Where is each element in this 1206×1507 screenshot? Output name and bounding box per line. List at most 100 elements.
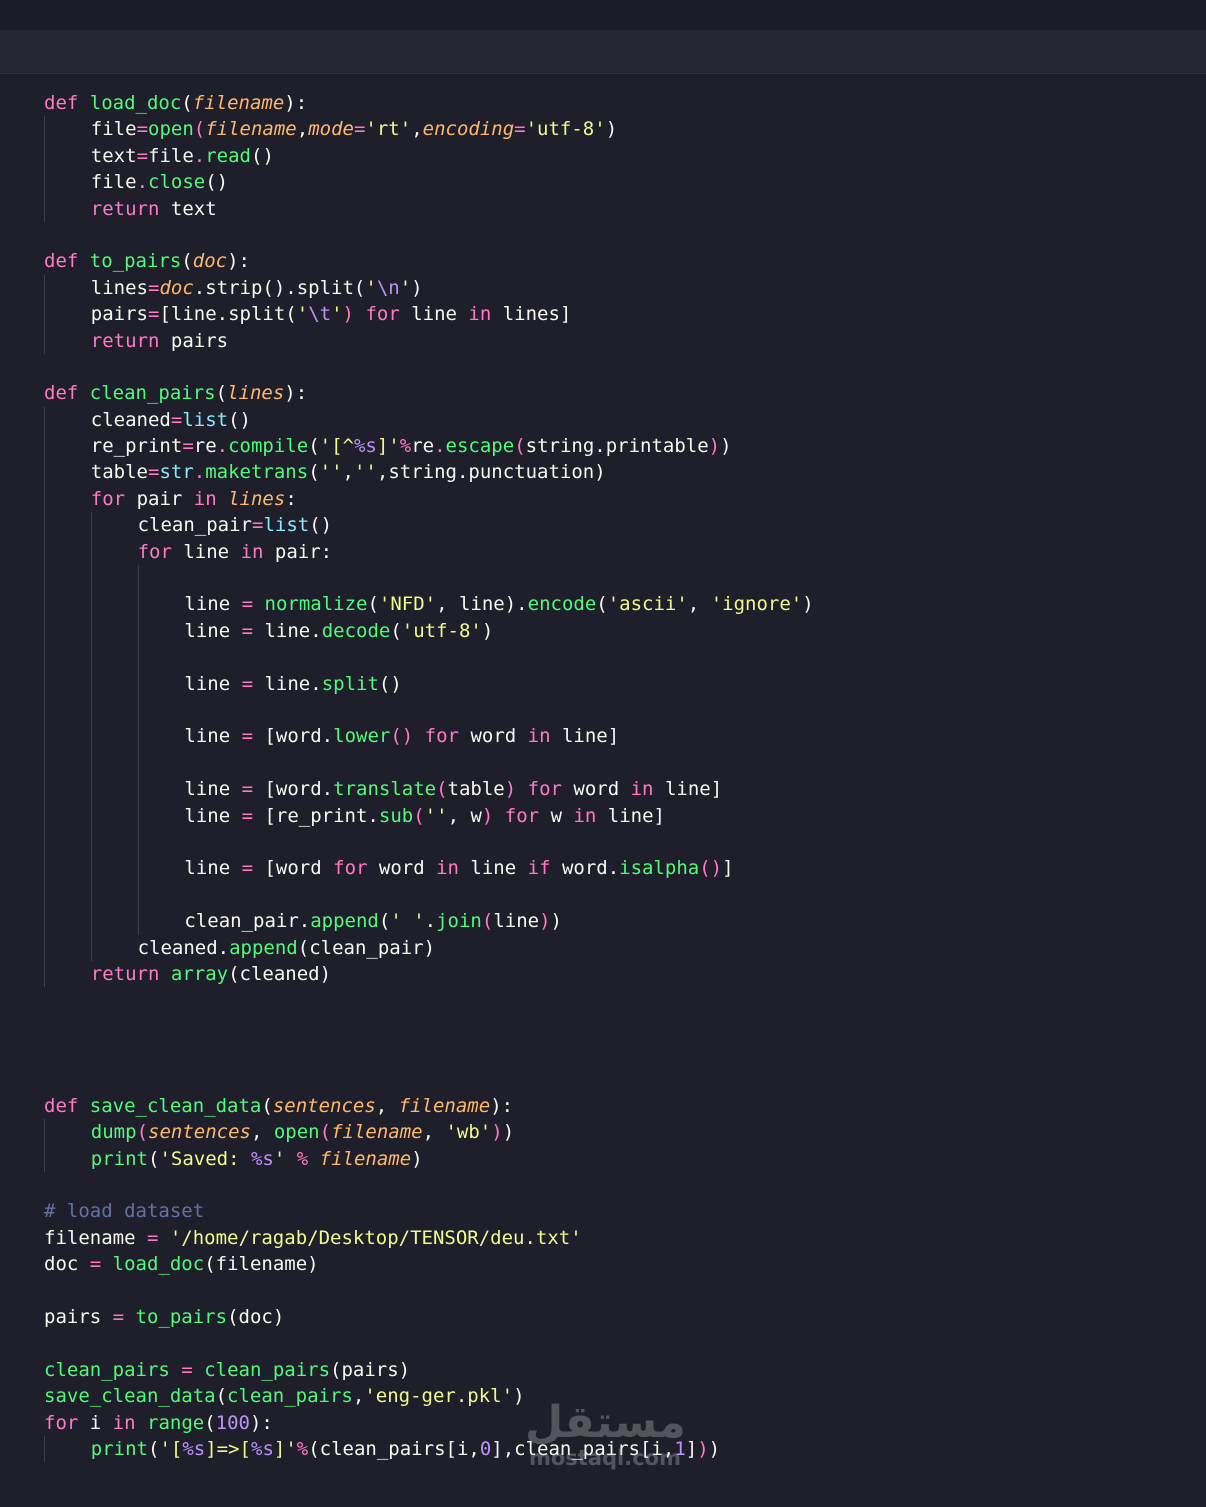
indent-guide	[44, 960, 45, 988]
code-line-content: line = line.decode('utf-8')	[184, 618, 493, 644]
code-token: (clean_pairs[i,	[308, 1437, 480, 1460]
code-line-content: file.close()	[91, 169, 228, 195]
code-token: dump	[90, 1121, 137, 1144]
code-token: 0	[479, 1437, 492, 1460]
code-token: , line).	[436, 593, 528, 616]
code-token: =	[241, 857, 254, 880]
code-token: 'ascii'	[607, 593, 688, 616]
code-token: '	[331, 303, 343, 326]
code-token: join	[436, 910, 482, 933]
code-token: )	[720, 435, 732, 458]
code-token: for	[333, 857, 368, 880]
code-token: (cleaned)	[228, 962, 332, 985]
indent-guide	[137, 670, 139, 697]
code-token: (	[204, 1411, 216, 1434]
indent-guide	[44, 617, 45, 645]
code-token: (	[261, 1094, 273, 1117]
indent-guide	[90, 696, 92, 724]
indent-guide	[90, 802, 92, 829]
indent-guide	[137, 802, 139, 829]
code-token: 'eng-ger.pkl'	[364, 1385, 514, 1408]
code-token: (clean_pair)	[297, 936, 436, 959]
code-token: normalize	[264, 593, 368, 616]
indent-guide	[44, 908, 45, 935]
code-line-content: cleaned=list()	[91, 407, 251, 433]
indent-guide	[44, 274, 45, 302]
code-token: ,	[250, 1121, 274, 1144]
code-token: )	[411, 276, 423, 299]
code-token: ):	[490, 1094, 514, 1117]
code-token: (	[193, 118, 206, 141]
code-token: line	[184, 804, 242, 827]
code-token: line	[458, 857, 528, 880]
indent-guide	[90, 591, 92, 618]
code-token: )	[802, 593, 814, 616]
code-token: ,	[687, 593, 711, 616]
code-line-content: save_clean_data(clean_pairs,'eng-ger.pkl…	[44, 1383, 525, 1409]
code-token: =	[514, 118, 526, 141]
code-token: w	[539, 804, 574, 827]
indent-guide	[44, 1145, 45, 1173]
indent-guide	[137, 855, 139, 882]
code-token: [re_print.	[253, 804, 379, 827]
code-token: (	[181, 250, 193, 273]
code-token: )	[491, 1121, 503, 1144]
code-token: filename	[319, 1147, 412, 1170]
code-token: line	[171, 540, 241, 563]
code-line-content: print('Saved: %s' % filename)	[91, 1146, 423, 1172]
code-token: (	[215, 382, 228, 405]
indent-guide	[44, 116, 45, 143]
code-token: 'rt'	[365, 118, 412, 141]
code-token: # load dataset	[44, 1200, 205, 1223]
code-token: =	[136, 144, 149, 167]
code-token: lines	[228, 487, 286, 510]
code-token: in	[468, 303, 492, 326]
code-token: line.	[253, 619, 322, 642]
code-token: close	[148, 171, 206, 194]
code-line-content: pairs = to_pairs(doc)	[44, 1304, 284, 1330]
code-token: )	[342, 303, 354, 326]
code-token: 1	[674, 1437, 686, 1460]
code-token: '	[365, 276, 377, 299]
indent-guide	[90, 881, 92, 909]
code-token: ()	[699, 857, 723, 880]
code-line-content: line = [word.translate(table) for word i…	[184, 776, 722, 802]
code-token: table	[447, 778, 505, 801]
code-token: open	[148, 118, 194, 141]
indent-guide	[44, 1435, 45, 1463]
code-token: =	[136, 118, 149, 141]
code-token: ''	[319, 461, 343, 484]
indent-guide	[137, 565, 139, 592]
indent-guide	[44, 485, 45, 513]
code-token: ],clean_pairs[i,	[491, 1437, 675, 1460]
code-token: ):	[284, 92, 308, 114]
indent-guide	[137, 776, 139, 803]
code-token: %	[399, 435, 412, 458]
code-token: %s	[182, 1437, 206, 1460]
code-token: load_doc	[89, 92, 182, 114]
code-token: )	[697, 1437, 709, 1460]
code-token: file	[90, 171, 137, 194]
code-token: save_clean_data	[89, 1094, 262, 1117]
code-token: line	[184, 725, 242, 748]
code-token: ()	[309, 514, 333, 537]
code-token: print	[90, 1147, 148, 1170]
code-token: .	[424, 910, 437, 933]
code-line-content: return pairs	[91, 328, 228, 354]
code-token: ):	[284, 382, 308, 405]
code-token: line	[184, 857, 242, 880]
code-token: in	[193, 487, 217, 510]
code-token: line	[184, 778, 242, 801]
code-token: (doc)	[227, 1305, 285, 1328]
code-token: .	[193, 144, 206, 167]
code-token: (	[514, 435, 526, 458]
code-token: ]	[685, 1437, 698, 1460]
code-token: in	[630, 778, 654, 801]
code-line-content: clean_pair.append(' '.join(line))	[184, 908, 562, 934]
code-token: 'ignore'	[710, 593, 803, 616]
